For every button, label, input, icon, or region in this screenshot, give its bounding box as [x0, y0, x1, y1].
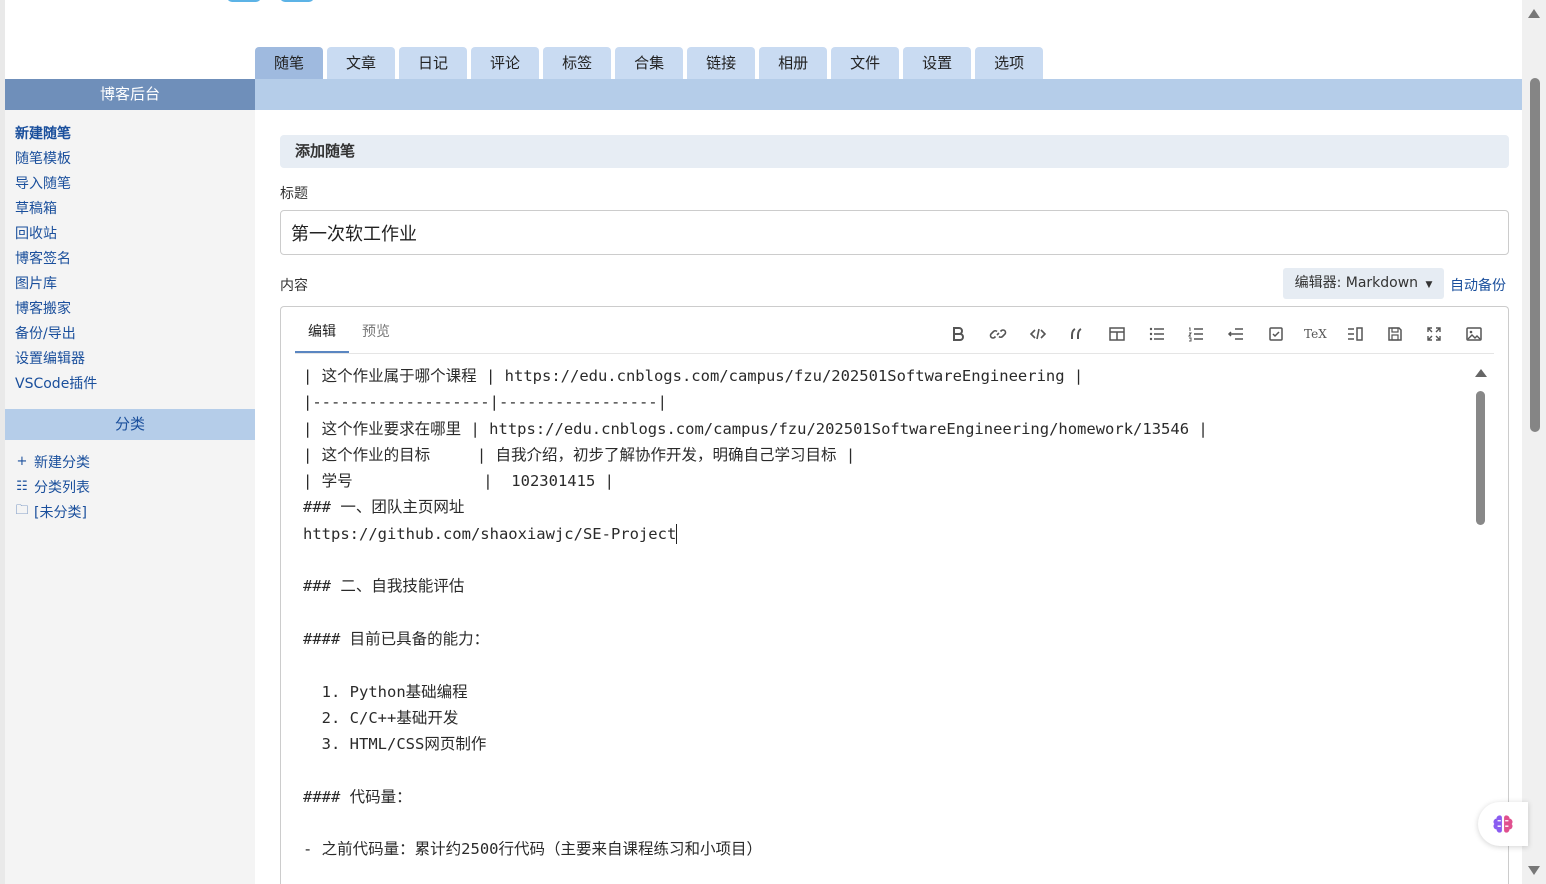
title-label: 标题	[280, 186, 308, 202]
editor-line: #### 目前已具备的能力：	[303, 629, 490, 648]
sidebar-menu: 新建随笔 随笔模板 导入随笔 草稿箱 回收站 博客签名 图片库 博客搬家 备份/导出 设置编辑器 V…	[5, 110, 255, 397]
tab-1[interactable]: 文章	[327, 47, 396, 79]
sidebar-item-7[interactable]: 博客搬家	[15, 297, 245, 322]
sidebar-item-1[interactable]: 随笔模板	[15, 147, 245, 172]
category-title[interactable]: 分类	[5, 409, 255, 440]
sidebar-item-10[interactable]: VSCode插件	[15, 372, 245, 397]
editor-line: ### 二、自我技能评估	[303, 577, 465, 596]
quote-icon[interactable]	[1057, 321, 1097, 347]
editor-select[interactable]: 编辑器: Markdown ▼	[1283, 268, 1444, 299]
ordered-list-icon[interactable]	[1177, 321, 1217, 347]
tab-3[interactable]: 评论	[471, 47, 540, 79]
editor-line: #### 代码量：	[303, 787, 412, 806]
sidebar-item-3[interactable]: 草稿箱	[15, 197, 245, 222]
scroll-up-arrow-icon[interactable]	[1475, 369, 1487, 377]
category-item-label: 分类列表	[34, 479, 90, 496]
category-item-2[interactable]: 🗀 [未分类]	[15, 499, 245, 524]
caret-down-icon: ▼	[1425, 280, 1433, 290]
category-item-0[interactable]: + 新建分类	[15, 449, 245, 474]
top-tabs: 随笔 文章 日记 评论 标签 合集 链接 相册 文件 设置 选项	[255, 47, 1047, 79]
checkbox-icon[interactable]	[1256, 321, 1296, 347]
ai-assistant-button[interactable]	[1478, 802, 1528, 846]
table-icon[interactable]	[1097, 321, 1137, 347]
tab-9[interactable]: 设置	[903, 47, 972, 79]
markdown-textarea[interactable]: | 这个作业属于哪个课程 | https://edu.cnblogs.com/c…	[303, 363, 1473, 883]
editor-toolbar: TeX	[938, 321, 1494, 347]
window-scrollbar[interactable]	[1522, 0, 1546, 884]
category-item-label: 新建分类	[34, 454, 90, 471]
autosave-link[interactable]: 自动备份	[1450, 275, 1506, 295]
category-menu: + 新建分类 ☷ 分类列表 🗀 [未分类]	[5, 440, 255, 524]
sidebar-item-6[interactable]: 图片库	[15, 272, 245, 297]
fullscreen-icon[interactable]	[1415, 321, 1455, 347]
tab-7[interactable]: 相册	[759, 47, 828, 79]
editor-line: https://github.com/shaoxiawjc/SE-Project	[303, 524, 678, 545]
sidebar-item-9[interactable]: 设置编辑器	[15, 347, 245, 372]
save-icon[interactable]	[1375, 321, 1415, 347]
brain-icon	[1493, 815, 1513, 833]
window-scroll-thumb[interactable]	[1530, 78, 1540, 432]
sidebar-item-2[interactable]: 导入随笔	[15, 172, 245, 197]
editor-line: | 学号 | 102301415 |	[303, 472, 614, 491]
tab-5[interactable]: 合集	[615, 47, 684, 79]
sidebar-item-0[interactable]: 新建随笔	[15, 122, 245, 147]
content-label: 内容	[280, 278, 308, 294]
editor-tab-0[interactable]: 编辑	[295, 317, 349, 353]
section-title: 添加随笔	[280, 135, 1509, 168]
editor-line: - 之前代码量：累计约2500行代码（主要来自课程练习和小项目）	[303, 840, 762, 859]
top-strip	[5, 0, 1522, 6]
markdown-editor: 编辑 预览 TeX | 这个作业属于哪个课程 | https://edu.cnbl…	[280, 306, 1509, 884]
tab-10[interactable]: 选项	[975, 47, 1044, 79]
tab-bar	[255, 79, 1522, 110]
tab-4[interactable]: 标签	[543, 47, 612, 79]
editor-line: |-------------------|-----------------|	[303, 393, 667, 412]
tab-2[interactable]: 日记	[399, 47, 468, 79]
editor-line: 3. HTML/CSS网页制作	[303, 735, 487, 754]
sidebar-title: 博客后台	[5, 79, 255, 110]
editor-select-label: 编辑器: Markdown	[1294, 275, 1419, 291]
folder-icon: 🗀	[15, 502, 29, 518]
indent-icon[interactable]	[1216, 321, 1256, 347]
tab-6[interactable]: 链接	[687, 47, 756, 79]
sidebar-item-5[interactable]: 博客签名	[15, 247, 245, 272]
editor-line: | 这个作业要求在哪里 | https://edu.cnblogs.com/ca…	[303, 419, 1208, 438]
plus-icon: +	[16, 454, 28, 469]
tex-icon[interactable]: TeX	[1296, 321, 1336, 347]
bold-icon[interactable]	[938, 321, 978, 347]
editor-divider	[295, 353, 1494, 354]
top-app-icon[interactable]	[280, 0, 314, 2]
editor-line: | 这个作业属于哪个课程 | https://edu.cnblogs.com/c…	[303, 367, 1084, 385]
link-icon[interactable]	[978, 321, 1018, 347]
text-caret	[676, 524, 678, 545]
category-item-1[interactable]: ☷ 分类列表	[15, 474, 245, 499]
editor-tab-1[interactable]: 预览	[349, 317, 403, 353]
sidebar: 博客后台 新建随笔 随笔模板 导入随笔 草稿箱 回收站 博客签名 图片库 博客搬家 备份/导出设…	[5, 79, 255, 884]
editor-line: ### 一、团队主页网址	[303, 498, 465, 517]
unordered-list-icon[interactable]	[1137, 321, 1177, 347]
editor-scroll-thumb[interactable]	[1476, 391, 1485, 525]
scroll-down-arrow-icon[interactable]	[1528, 866, 1540, 875]
editor-scrollbar[interactable]	[1474, 369, 1488, 879]
sidebar-item-4[interactable]: 回收站	[15, 222, 245, 247]
scroll-up-arrow-icon[interactable]	[1528, 9, 1540, 18]
split-view-icon[interactable]	[1335, 321, 1375, 347]
editor-line: | 这个作业的目标 | 自我介绍，初步了解协作开发，明确自己学习目标 |	[303, 445, 856, 464]
image-icon[interactable]	[1454, 321, 1494, 347]
title-input[interactable]	[280, 210, 1509, 255]
list-icon: ☷	[16, 479, 28, 494]
editor-line: 2. C/C++基础开发	[303, 708, 459, 727]
tab-0[interactable]: 随笔	[255, 47, 324, 79]
code-icon[interactable]	[1018, 321, 1058, 347]
editor-line: 1. Python基础编程	[303, 682, 468, 701]
tab-8[interactable]: 文件	[831, 47, 900, 79]
top-app-icon[interactable]	[227, 0, 261, 2]
category-item-label: [未分类]	[34, 504, 87, 521]
sidebar-item-8[interactable]: 备份/导出	[15, 322, 245, 347]
editor-tabs: 编辑 预览	[295, 317, 403, 353]
